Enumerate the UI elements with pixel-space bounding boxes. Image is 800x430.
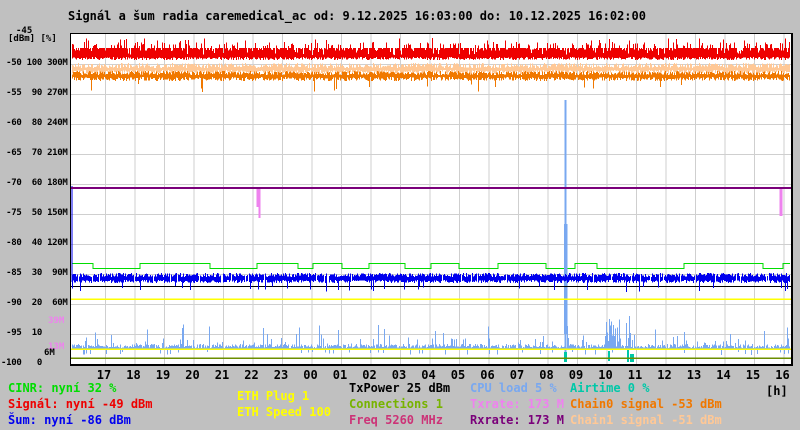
y-axis-label-row10: -100 0 [1,358,42,368]
x-axis-label-14: 14 [716,368,731,382]
series-eth-speed [71,298,791,300]
y-axis-label-row2: -60 80 240M [1,118,68,128]
legend-eth_speed: ETH Speed 100 [237,405,331,419]
legend-freq: Freq 5260 MHz [349,413,443,427]
legend-connections: Connections 1 [349,397,443,411]
series-sum [71,186,790,292]
series-connections [71,357,791,359]
x-axis-label-09: 09 [568,368,584,382]
x-axis-label-02: 02 [362,368,377,382]
series-airtime-bar1 [608,351,610,361]
grid-vertical [105,34,785,364]
y-axis-units-label: [dBm] [%] [8,34,57,44]
x-axis-label-12: 12 [657,368,672,382]
y-axis-label-row0: -50 100 300M [1,58,68,68]
x-axis-label-07: 07 [509,368,525,382]
series-txpower [71,286,791,288]
x-axis-label-19: 19 [155,368,171,382]
legend-txpower: TxPower 25 dBm [349,381,451,395]
x-axis-label-16: 16 [775,368,790,382]
x-axis-label-08: 08 [539,368,554,382]
series-airtime-bar2 [627,349,629,362]
x-axis-label-11: 11 [627,368,643,382]
chart-title: Signál a šum radia caremedical_ac od: 9.… [68,9,646,23]
legend-cinr: CINR: nyní 32 % [8,381,117,395]
series-rxrate [71,187,791,189]
x-axis-label-03: 03 [391,368,407,382]
x-axis-label-22: 22 [244,368,259,382]
series-cinr [72,262,790,270]
x-axis-label-13: 13 [686,368,702,382]
y-axis-extra-39M: 39M [48,316,65,326]
series-airtime-bar0 [564,352,567,362]
x-axis-label-04: 04 [421,368,436,382]
y-axis-extra-6M: 6M [44,348,55,358]
legend-chain1: Chain1 signal -51 dBm [570,413,722,427]
x-axis-label-01: 01 [332,368,348,382]
x-axis-label-20: 20 [185,368,200,382]
y-axis-label-row3: -65 70 210M [1,148,68,158]
x-axis-label-15: 15 [745,368,761,382]
y-axis-label-row1: -55 90 270M [1,88,68,98]
x-axis-label-06: 06 [480,368,495,382]
series-signal [72,38,790,60]
legend-signal: Signál: nyní -49 dBm [8,397,153,411]
x-axis-label-17: 17 [96,368,112,382]
radio-signal-graph-page: Signál a šum radia caremedical_ac od: 9.… [0,0,800,430]
plot-area [70,33,793,366]
y-axis-label-row5: -75 50 150M [1,208,68,218]
legend-txrate: Txrate: 173 M [470,397,564,411]
x-axis-unit-label: [h] [766,384,788,398]
x-axis-label-18: 18 [126,368,141,382]
legend-eth_plug: ETH Plug 1 [237,389,310,403]
x-axis-label-23: 23 [273,368,289,382]
grid-horizontal [71,64,791,335]
y-axis-label-row4: -70 60 180M [1,178,68,188]
legend-airtime: Airtime 0 % [570,381,650,395]
y-axis-label-row8: -90 20 60M [1,298,68,308]
series-chain0 [72,71,790,92]
y-axis-label-row9: -95 10 [1,328,42,338]
series-txrate-dip-2210 [256,188,261,218]
legend-sum: Šum: nyní -86 dBm [8,413,131,427]
legend-rxrate: Rxrate: 173 M [470,413,564,427]
x-axis-label-05: 05 [450,368,466,382]
x-axis-label-00: 00 [303,368,318,382]
chart-canvas [71,34,791,364]
y-axis-label-row6: -80 40 120M [1,238,68,248]
y-axis-label-row7: -85 30 90M [1,268,68,278]
legend-cpu: CPU load 5 % [470,381,557,395]
series-eth-plug [71,348,791,350]
x-axis-label-21: 21 [214,368,230,382]
x-axis-label-10: 10 [598,368,613,382]
legend-chain0: Chain0 signal -53 dBm [570,397,722,411]
